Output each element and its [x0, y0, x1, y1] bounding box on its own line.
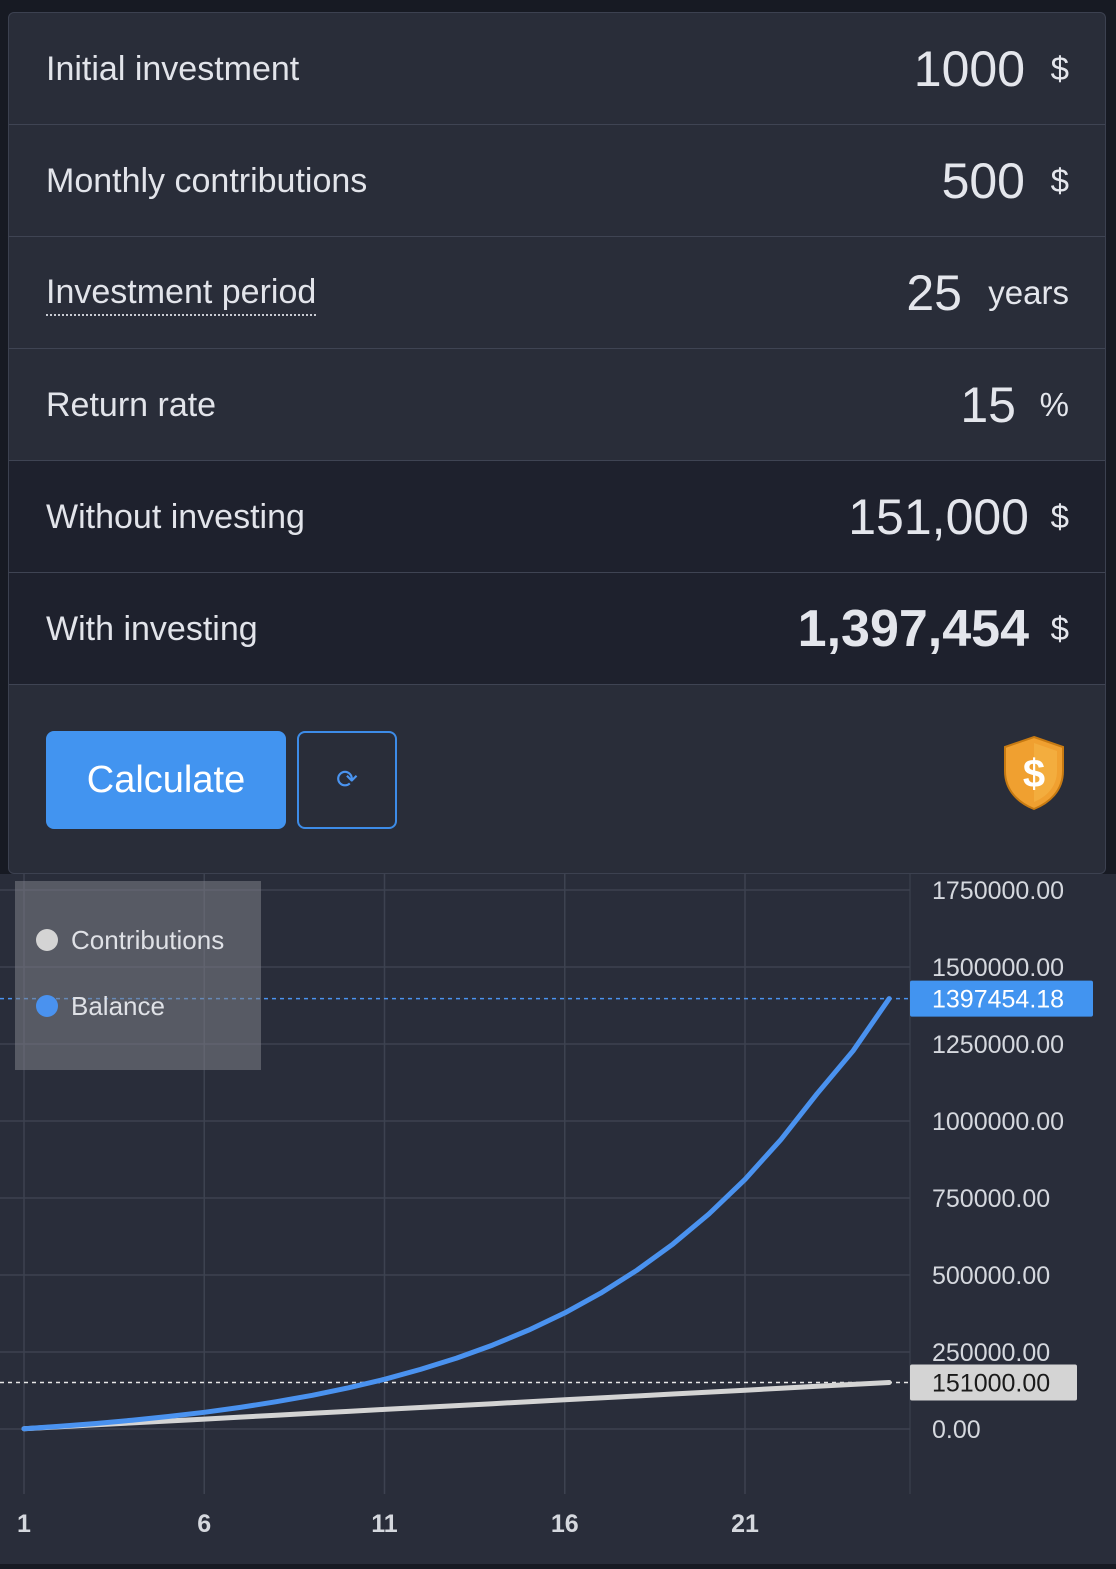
legend-dot-contributions	[36, 929, 58, 951]
legend-item-balance[interactable]: Balance	[36, 991, 165, 1021]
y-tick-label: 750000.00	[932, 1185, 1050, 1213]
investment-period-unit: years	[988, 274, 1069, 311]
last-value-label: 1397454.18	[932, 986, 1064, 1014]
growth-chart: 0.00 250000.00 500000.00 750000.00 1000000.0…	[0, 874, 1116, 1564]
reset-button[interactable]: ⟳	[297, 731, 397, 829]
legend-item-contributions[interactable]: Contributions	[36, 925, 224, 955]
legend-label-balance: Balance	[71, 990, 165, 1021]
y-tick-label: 250000.00	[932, 1339, 1050, 1367]
without-investing-label: Without investing	[46, 498, 305, 536]
initial-investment-row: Initial investment 1000 $	[9, 13, 1105, 125]
without-investing-unit: $	[1050, 498, 1069, 535]
return-rate-input[interactable]: 15	[960, 349, 1016, 461]
return-rate-label: Return rate	[46, 386, 217, 424]
calculator-panel: Initial investment 1000 $ Monthly contri…	[8, 12, 1106, 874]
return-rate-unit: %	[1039, 386, 1069, 423]
shield-dollar-icon: $	[1004, 735, 1064, 811]
last-value-label: 151000.00	[932, 1369, 1050, 1397]
monthly-contributions-input[interactable]: 500	[942, 125, 1025, 237]
x-tick-label: 11	[371, 1510, 398, 1538]
shield-dollar-glyph: $	[1023, 752, 1045, 796]
y-tick-label: 1750000.00	[932, 877, 1064, 905]
legend-dot-balance	[36, 995, 58, 1017]
initial-investment-unit: $	[1050, 50, 1069, 87]
investment-period-label[interactable]: Investment period	[46, 273, 317, 316]
chart-legend: Contributions Balance	[15, 881, 261, 1070]
without-investing-value: 151,000	[848, 489, 1029, 545]
legend-label-contributions: Contributions	[71, 924, 225, 955]
monthly-contributions-label: Monthly contributions	[46, 162, 368, 200]
monthly-contributions-unit: $	[1050, 162, 1069, 199]
y-tick-label: 500000.00	[932, 1262, 1050, 1290]
y-tick-label: 1000000.00	[932, 1108, 1064, 1136]
without-investing-row: Without investing 151,000 $	[9, 461, 1105, 573]
investment-period-input[interactable]: 25	[906, 237, 962, 349]
with-investing-label: With investing	[46, 610, 258, 648]
monthly-contributions-row: Monthly contributions 500 $	[9, 125, 1105, 237]
x-tick-label: 16	[551, 1510, 579, 1538]
with-investing-row: With investing 1,397,454 $	[9, 573, 1105, 685]
with-investing-unit: $	[1050, 610, 1069, 647]
x-tick-label: 1	[17, 1510, 31, 1538]
initial-investment-input[interactable]: 1000	[914, 13, 1025, 125]
y-tick-label: 1250000.00	[932, 1031, 1064, 1059]
calculate-button[interactable]: Calculate	[46, 731, 286, 829]
y-tick-label: 1500000.00	[932, 954, 1064, 982]
initial-investment-label: Initial investment	[46, 50, 300, 88]
y-tick-label: 0.00	[932, 1416, 981, 1444]
return-rate-row: Return rate 15 %	[9, 349, 1105, 461]
x-tick-label: 6	[197, 1510, 211, 1538]
series-line-contributions	[21, 1380, 892, 1432]
x-tick-label: 21	[731, 1510, 759, 1538]
investment-period-row: Investment period 25 years	[9, 237, 1105, 349]
with-investing-value: 1,397,454	[797, 600, 1029, 658]
reset-icon: ⟳	[336, 765, 358, 795]
